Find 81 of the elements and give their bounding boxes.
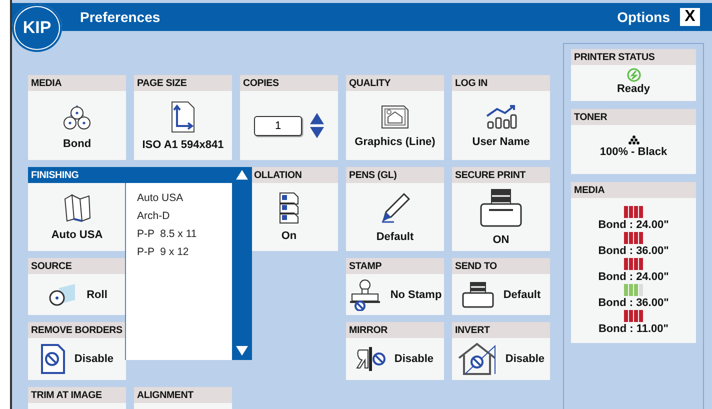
- setting-label: REMOVE BORDERS: [28, 322, 126, 338]
- setting-value: ISO A1 594x841: [142, 138, 224, 150]
- setting-label: SECURE PRINT: [452, 167, 550, 183]
- logo: KIP: [12, 4, 62, 52]
- setting-tile[interactable]: MEDIA Bond: [28, 75, 126, 160]
- setting-label: PAGE SIZE: [134, 75, 232, 91]
- folded-paper-icon: [62, 193, 92, 223]
- setting-value: No Stamp: [390, 288, 442, 300]
- toner-value: 100% - Black: [600, 146, 668, 158]
- picture-document-icon: [380, 104, 410, 130]
- setting-label: MEDIA: [28, 75, 126, 91]
- page-size-icon: [170, 100, 196, 132]
- window-title: Preferences: [80, 9, 160, 25]
- copies-field[interactable]: 1: [254, 116, 302, 136]
- section-label: TONER: [571, 109, 696, 125]
- growth-chart-icon: [485, 104, 517, 130]
- scroll-up-button[interactable]: [236, 170, 248, 180]
- mirror-icon: [356, 346, 386, 372]
- dropdown-option[interactable]: Arch-D: [126, 207, 232, 225]
- toner-dots-icon: [628, 135, 640, 145]
- setting-tile[interactable]: SEND TO Default: [452, 258, 550, 315]
- setting-label: QUALITY: [346, 75, 444, 91]
- setting-label: SOURCE: [28, 258, 126, 274]
- printer-icon: [461, 280, 496, 308]
- setting-label: LOG IN: [452, 75, 550, 91]
- setting-value: On: [281, 230, 297, 242]
- setting-value: Auto USA: [51, 229, 103, 241]
- section-label: MEDIA: [571, 182, 696, 198]
- scroll-down-button[interactable]: [236, 346, 248, 356]
- setting-label: INVERT: [452, 322, 550, 338]
- media-roll-label: Bond : 36.00": [598, 297, 669, 309]
- setting-label: COPIES: [240, 75, 338, 91]
- setting-tile[interactable]: COPIES 1: [240, 75, 338, 160]
- section-label: PRINTER STATUS: [571, 49, 696, 65]
- setting-tile[interactable]: ALIGNMENT: [134, 387, 232, 409]
- blocked-document-icon: [40, 343, 66, 375]
- setting-value: Disable: [505, 353, 545, 365]
- setting-tile[interactable]: TRIM AT IMAGE: [28, 387, 126, 409]
- setting-value: Disable: [394, 353, 434, 365]
- setting-tile[interactable]: QUALITY Graphics (Line): [346, 75, 444, 160]
- setting-value: ON: [492, 234, 510, 246]
- setting-label: STAMP: [346, 258, 444, 274]
- media-roll-label: Bond : 24.00": [598, 271, 669, 283]
- stacked-pages-icon: [278, 192, 300, 224]
- options-label[interactable]: Options: [617, 9, 670, 25]
- setting-value: Default: [376, 231, 414, 243]
- setting-tile[interactable]: MIRROR Disable: [346, 322, 444, 380]
- dropdown-option[interactable]: P-P 8.5 x 11: [126, 225, 232, 243]
- setting-label: SEND TO: [452, 258, 550, 274]
- house-icon: [457, 342, 498, 376]
- media-roll-label: Bond : 36.00": [598, 245, 669, 257]
- setting-tile[interactable]: PENS (GL) Default: [346, 167, 444, 251]
- setting-tile[interactable]: REMOVE BORDERS Disable: [28, 322, 126, 380]
- setting-tile[interactable]: PAGE SIZE ISO A1 594x841: [134, 75, 232, 160]
- close-button[interactable]: X: [680, 8, 700, 26]
- setting-value: Roll: [86, 288, 108, 300]
- setting-label: ALIGNMENT: [134, 387, 232, 403]
- stamp-icon: [348, 278, 382, 310]
- setting-label: PENS (GL): [346, 167, 444, 183]
- increment-button[interactable]: [310, 113, 324, 124]
- setting-value: User Name: [472, 136, 530, 148]
- ready-status-icon: [626, 68, 640, 82]
- setting-value: Default: [503, 288, 541, 300]
- media-roll-label: Bond : 24.00": [598, 219, 669, 231]
- setting-tile[interactable]: INVERT Disable: [452, 322, 550, 380]
- setting-tile[interactable]: SOURCE Roll: [28, 258, 126, 315]
- dropdown-option[interactable]: Auto USA: [126, 189, 232, 207]
- decrement-button[interactable]: [310, 126, 324, 138]
- setting-value: Bond: [62, 138, 92, 150]
- setting-value: Disable: [74, 353, 114, 365]
- setting-label: FINISHING: [28, 167, 126, 183]
- dropdown-option[interactable]: P-P 9 x 12: [126, 243, 232, 261]
- setting-value: Graphics (Line): [354, 136, 436, 148]
- status-value: Ready: [616, 83, 650, 95]
- setting-label: TRIM AT IMAGE: [28, 387, 126, 403]
- setting-tile[interactable]: STAMP No Stamp: [346, 258, 444, 315]
- setting-tile[interactable]: LOG IN User Name: [452, 75, 550, 160]
- setting-label: MIRROR: [346, 322, 444, 338]
- setting-tile[interactable]: SECURE PRINT ON: [452, 167, 550, 251]
- media-roll-label: Bond : 11.00": [598, 323, 668, 335]
- printer-icon: [479, 188, 523, 228]
